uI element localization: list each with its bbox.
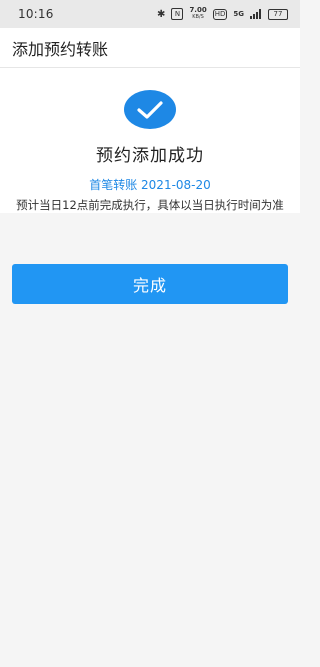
nfc-icon: N	[171, 8, 184, 20]
result-card: 预约添加成功 首笔转账 2021-08-20 预计当日12点前完成执行，具体以当…	[0, 68, 300, 213]
result-title: 预约添加成功	[96, 146, 204, 166]
network-speed: 7.00 KB/S	[189, 7, 206, 21]
status-bar: 10:16 ✱ N 7.00 KB/S HD 5G 77	[0, 0, 300, 28]
battery-icon: 77	[268, 8, 288, 20]
status-icons: ✱ N 7.00 KB/S HD 5G 77	[157, 7, 288, 21]
battery-level: 77	[273, 9, 283, 18]
hd-icon: HD	[212, 8, 228, 20]
page-title: 添加预约转账	[12, 39, 109, 59]
speed-unit: KB/S	[192, 14, 204, 20]
bluetooth-icon: ✱	[157, 8, 166, 20]
wifi-icon	[250, 9, 262, 19]
network-5g-icon: 5G	[233, 10, 244, 18]
check-icon	[124, 90, 176, 129]
first-transfer-date: 首笔转账 2021-08-20	[89, 178, 211, 192]
page-header: 添加预约转账	[0, 28, 300, 68]
status-time: 10:16	[18, 7, 54, 21]
done-button[interactable]: 完成	[12, 264, 288, 304]
execution-note: 预计当日12点前完成执行，具体以当日执行时间为准	[16, 198, 284, 212]
speed-value: 7.00	[189, 6, 207, 14]
